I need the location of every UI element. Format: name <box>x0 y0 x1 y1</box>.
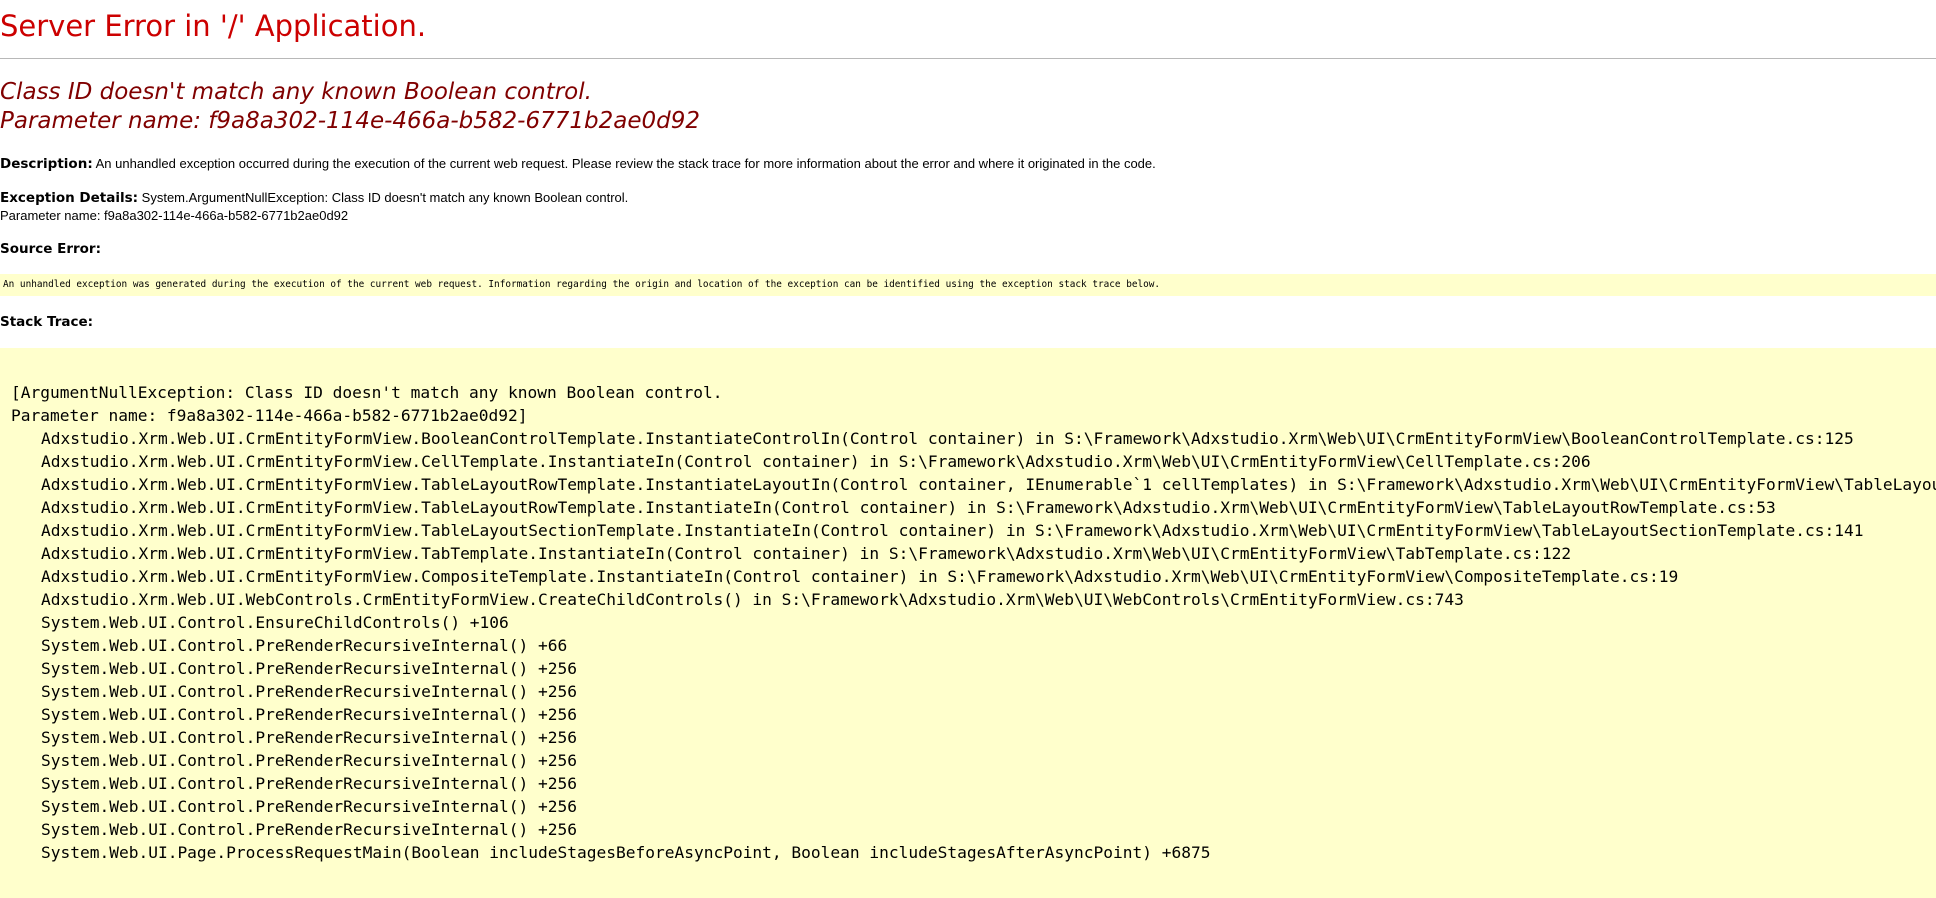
stack-trace-frame: Adxstudio.Xrm.Web.UI.CrmEntityFormView.C… <box>41 452 1591 471</box>
description-label: Description: <box>0 156 93 172</box>
exception-details-section: Exception Details: System.ArgumentNullEx… <box>0 189 628 224</box>
stack-trace-label: Stack Trace: <box>0 314 94 330</box>
stack-trace-frame: System.Web.UI.Control.PreRenderRecursive… <box>41 797 578 816</box>
stack-trace-frame: Adxstudio.Xrm.Web.UI.CrmEntityFormView.T… <box>41 498 1776 517</box>
description-text: An unhandled exception occurred during t… <box>95 156 1156 171</box>
stack-trace-frame: System.Web.UI.Control.EnsureChildControl… <box>41 613 509 632</box>
stack-trace-frame: Adxstudio.Xrm.Web.UI.CrmEntityFormView.T… <box>41 544 1572 563</box>
page-title: Server Error in '/' Application. <box>0 9 427 43</box>
source-error-text[interactable]: An unhandled exception was generated dur… <box>3 278 1160 291</box>
stack-trace-frame: System.Web.UI.Control.PreRenderRecursive… <box>41 705 578 724</box>
stack-trace-frame: Adxstudio.Xrm.Web.UI.CrmEntityFormView.B… <box>41 429 1854 448</box>
stack-trace-header-line: [ArgumentNullException: Class ID doesn't… <box>11 383 723 402</box>
source-error-label: Source Error: <box>0 241 101 257</box>
title-divider <box>0 58 1936 59</box>
stack-trace-frame: Adxstudio.Xrm.Web.UI.CrmEntityFormView.T… <box>41 521 1864 540</box>
exception-details-text: System.ArgumentNullException: Class ID d… <box>141 190 629 205</box>
stack-trace-frame: System.Web.UI.Control.PreRenderRecursive… <box>41 636 568 655</box>
stack-trace-frame: Adxstudio.Xrm.Web.UI.CrmEntityFormView.T… <box>41 475 1936 494</box>
stack-trace-text[interactable]: [ArgumentNullException: Class ID doesn't… <box>11 381 1936 864</box>
stack-trace-frame: System.Web.UI.Control.PreRenderRecursive… <box>41 728 578 747</box>
stack-trace-frame: System.Web.UI.Page.ProcessRequestMain(Bo… <box>41 843 1211 862</box>
error-parameter-line: Parameter name: f9a8a302-114e-466a-b582-… <box>0 108 700 134</box>
stack-trace-frame: System.Web.UI.Control.PreRenderRecursive… <box>41 659 578 678</box>
stack-trace-frame: System.Web.UI.Control.PreRenderRecursive… <box>41 820 578 839</box>
stack-trace-frame: Adxstudio.Xrm.Web.UI.CrmEntityFormView.C… <box>41 567 1679 586</box>
exception-details-label: Exception Details: <box>0 190 139 206</box>
stack-trace-frame: System.Web.UI.Control.PreRenderRecursive… <box>41 751 578 770</box>
error-message: Class ID doesn't match any known Boolean… <box>0 78 700 136</box>
stack-trace-header-line: Parameter name: f9a8a302-114e-466a-b582-… <box>11 406 528 425</box>
exception-parameter-text: Parameter name: f9a8a302-114e-466a-b582-… <box>0 208 349 223</box>
error-message-line: Class ID doesn't match any known Boolean… <box>0 79 592 105</box>
source-error-box: An unhandled exception was generated dur… <box>0 274 1936 296</box>
stack-trace-frame: Adxstudio.Xrm.Web.UI.WebControls.CrmEnti… <box>41 590 1464 609</box>
description-section: Description: An unhandled exception occu… <box>0 155 1156 173</box>
stack-trace-frame: System.Web.UI.Control.PreRenderRecursive… <box>41 774 578 793</box>
stack-trace-frame: System.Web.UI.Control.PreRenderRecursive… <box>41 682 578 701</box>
stack-trace-box: [ArgumentNullException: Class ID doesn't… <box>0 348 1936 898</box>
